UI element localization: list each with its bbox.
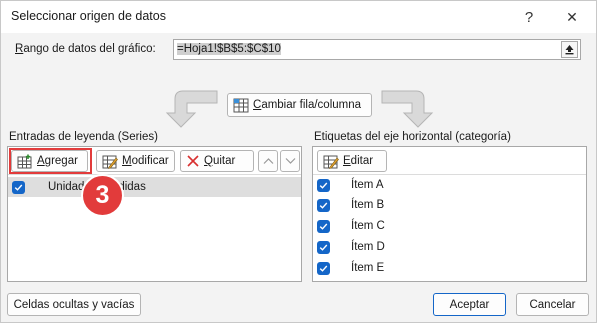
close-button[interactable]: ✕ (552, 1, 592, 33)
category-list-item[interactable]: Ítem B (313, 195, 586, 215)
category-name: Ítem B (351, 199, 385, 211)
step-number-badge: 3 (81, 174, 124, 217)
check-icon (14, 184, 23, 191)
check-icon (319, 223, 328, 230)
collapse-dialog-button[interactable] (561, 41, 578, 58)
add-series-label: Agregar (37, 155, 78, 167)
series-panel: Agregar Modificar Quitar Unidades vendid… (7, 146, 302, 282)
collapse-arrow-icon (565, 45, 574, 55)
close-icon: ✕ (566, 8, 578, 25)
chart-range-label: Rango de datos del gráfico: (15, 43, 156, 55)
category-checkbox[interactable] (317, 240, 330, 254)
move-down-button[interactable] (280, 150, 300, 172)
edit-table-icon (102, 155, 118, 169)
category-checkbox[interactable] (317, 178, 330, 192)
help-icon: ? (524, 8, 534, 26)
check-icon (319, 182, 328, 189)
category-checkbox[interactable] (317, 198, 330, 212)
switch-row-column-label: Cambiar fila/columna (253, 99, 362, 111)
chevron-up-icon (263, 158, 273, 164)
chart-range-value: =Hoja1!$B$5:$C$10 (177, 43, 281, 55)
series-toolbar: Agregar Modificar Quitar (8, 147, 301, 175)
edit-categories-label: Editar (343, 155, 374, 167)
remove-series-label: Quitar (204, 155, 236, 167)
check-icon (319, 202, 328, 209)
category-name: Ítem C (351, 220, 385, 232)
series-checkbox[interactable] (12, 180, 25, 194)
remove-x-icon (187, 155, 199, 167)
title-bar: Seleccionar origen de datos ? ✕ (1, 1, 596, 33)
category-list-item[interactable]: Ítem C (313, 216, 586, 236)
series-section-label: Entradas de leyenda (Series) (9, 131, 158, 143)
edit-categories-button[interactable]: Editar (317, 150, 387, 172)
add-table-icon (17, 154, 32, 168)
chevron-down-icon (285, 158, 295, 164)
modify-series-label: Modificar (122, 155, 169, 167)
dialog-title: Seleccionar origen de datos (11, 9, 166, 23)
add-series-button[interactable]: Agregar (11, 150, 88, 172)
remove-series-button[interactable]: Quitar (180, 150, 254, 172)
category-list-item[interactable]: Ítem D (313, 237, 586, 257)
switch-row-column-button[interactable]: Cambiar fila/columna (227, 93, 372, 117)
category-name: Ítem A (351, 179, 384, 191)
edit-table-icon (323, 155, 339, 169)
check-icon (319, 265, 328, 272)
category-checkbox[interactable] (317, 219, 330, 233)
arrow-right-icon (381, 90, 434, 128)
cancel-button[interactable]: Cancelar (516, 293, 589, 316)
category-list-item[interactable]: Ítem E (313, 258, 586, 278)
category-panel: Editar Ítem A Ítem B Ítem C Ítem D Ítem … (312, 146, 587, 282)
move-up-button[interactable] (258, 150, 278, 172)
help-button[interactable]: ? (509, 1, 549, 33)
accept-button[interactable]: Aceptar (433, 293, 506, 316)
modify-series-button[interactable]: Modificar (96, 150, 175, 172)
category-list-item[interactable]: Ítem A (313, 175, 586, 195)
category-name: Ítem D (351, 241, 385, 253)
chart-range-input[interactable]: =Hoja1!$B$5:$C$10 (173, 39, 581, 60)
category-name: Ítem E (351, 262, 385, 274)
series-list-item[interactable]: Unidades vendidas (8, 177, 301, 197)
check-icon (319, 244, 328, 251)
hidden-empty-cells-button[interactable]: Celdas ocultas y vacías (7, 293, 141, 316)
category-toolbar: Editar (313, 147, 586, 175)
category-section-label: Etiquetas del eje horizontal (categoría) (314, 131, 511, 143)
arrow-left-icon (165, 90, 218, 128)
switch-grid-icon (233, 98, 249, 112)
category-checkbox[interactable] (317, 261, 330, 275)
select-data-source-dialog: Seleccionar origen de datos ? ✕ Rango de… (0, 0, 597, 323)
